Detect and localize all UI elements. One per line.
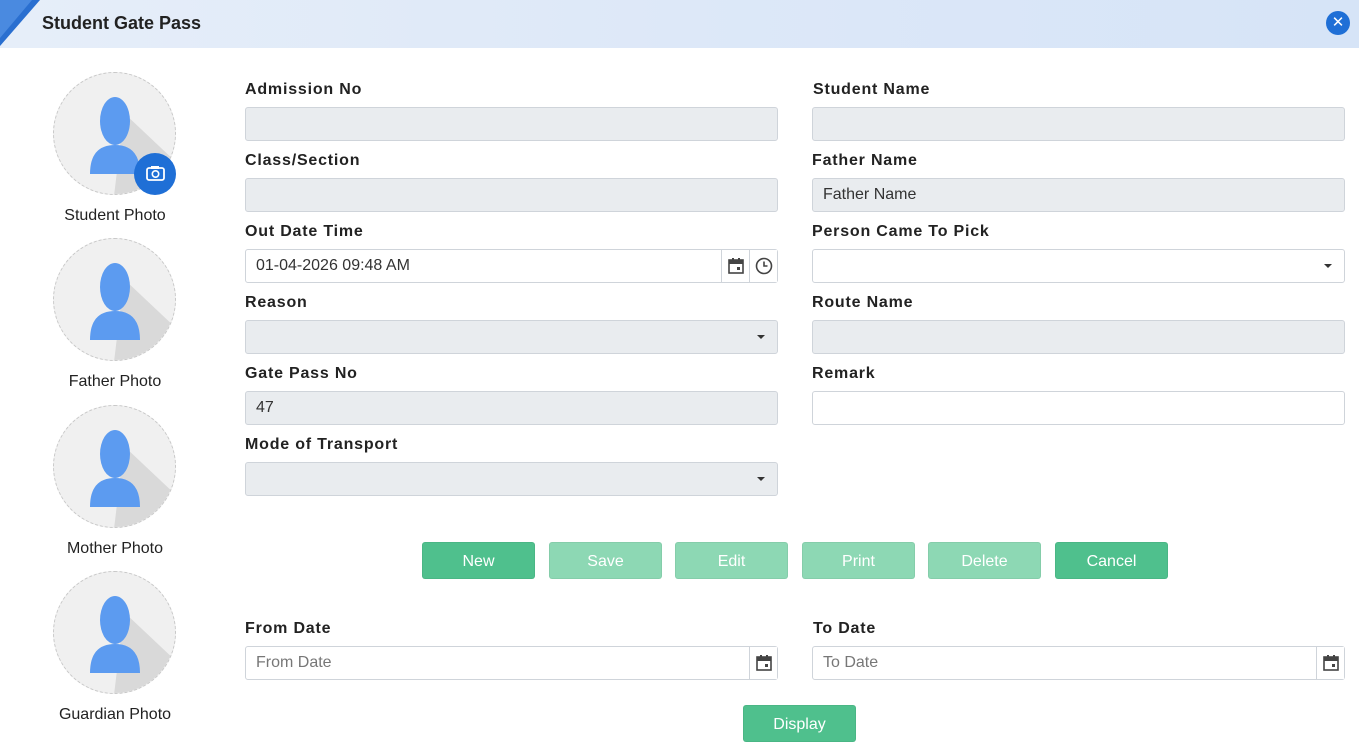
- route-name-label: Route Name: [812, 294, 914, 311]
- to-date-placeholder: To Date: [823, 654, 879, 671]
- father-photo-label: Father Photo: [68, 373, 162, 390]
- student-name-label: Student Name: [813, 81, 931, 98]
- delete-button[interactable]: Delete: [928, 542, 1041, 579]
- student-name-input[interactable]: [812, 107, 1345, 141]
- person-came-select[interactable]: [812, 249, 1345, 283]
- gate-pass-no-input[interactable]: 47: [245, 391, 778, 425]
- class-section-input[interactable]: [245, 178, 778, 212]
- avatar-placeholder: [53, 405, 176, 528]
- reason-select[interactable]: [245, 320, 778, 354]
- dialog-title: Student Gate Pass: [42, 13, 202, 33]
- admission-no-input[interactable]: [245, 107, 778, 141]
- remark-label: Remark: [812, 365, 876, 382]
- out-date-time-value: 01-04-2026 09:48 AM: [256, 257, 410, 274]
- calendar-icon[interactable]: [721, 250, 749, 282]
- to-date-input[interactable]: To Date: [812, 646, 1345, 680]
- chevron-down-icon: [757, 335, 765, 339]
- out-date-time-label: Out Date Time: [245, 223, 364, 240]
- display-button[interactable]: Display: [743, 705, 856, 742]
- avatar-placeholder: [53, 571, 176, 694]
- from-date-placeholder: From Date: [256, 654, 332, 671]
- clock-icon[interactable]: [749, 250, 777, 282]
- guardian-photo[interactable]: [53, 571, 176, 694]
- father-name-label: Father Name: [812, 152, 918, 169]
- class-section-label: Class/Section: [245, 152, 361, 169]
- calendar-icon[interactable]: [749, 647, 777, 679]
- calendar-icon[interactable]: [1316, 647, 1344, 679]
- out-date-time-input[interactable]: 01-04-2026 09:48 AM: [245, 249, 778, 283]
- student-photo-label: Student Photo: [64, 207, 166, 224]
- mode-of-transport-label: Mode of Transport: [245, 436, 399, 453]
- mother-photo-label: Mother Photo: [66, 540, 164, 557]
- save-button[interactable]: Save: [549, 542, 662, 579]
- guardian-photo-label: Guardian Photo: [58, 706, 172, 723]
- father-name-input[interactable]: Father Name: [812, 178, 1345, 212]
- new-button[interactable]: New: [422, 542, 535, 579]
- gate-pass-no-label: Gate Pass No: [245, 365, 358, 382]
- from-date-label: From Date: [245, 620, 332, 637]
- admission-no-label: Admission No: [245, 81, 363, 98]
- from-date-input[interactable]: From Date: [245, 646, 778, 680]
- cancel-button[interactable]: Cancel: [1055, 542, 1168, 579]
- close-icon[interactable]: ✕: [1326, 11, 1350, 35]
- reason-label: Reason: [245, 294, 308, 311]
- mode-of-transport-select[interactable]: [245, 462, 778, 496]
- chevron-down-icon: [757, 477, 765, 481]
- avatar-placeholder: [53, 238, 176, 361]
- dialog-header: Student Gate Pass ✕: [0, 0, 1359, 48]
- person-came-label: Person Came To Pick: [812, 223, 990, 240]
- remark-input[interactable]: [812, 391, 1345, 425]
- mother-photo[interactable]: [53, 405, 176, 528]
- header-corner-decoration-inner: [0, 0, 32, 38]
- route-name-input[interactable]: [812, 320, 1345, 354]
- camera-icon[interactable]: [134, 153, 176, 195]
- chevron-down-icon: [1324, 264, 1332, 268]
- to-date-label: To Date: [813, 620, 877, 637]
- print-button[interactable]: Print: [802, 542, 915, 579]
- father-photo[interactable]: [53, 238, 176, 361]
- edit-button[interactable]: Edit: [675, 542, 788, 579]
